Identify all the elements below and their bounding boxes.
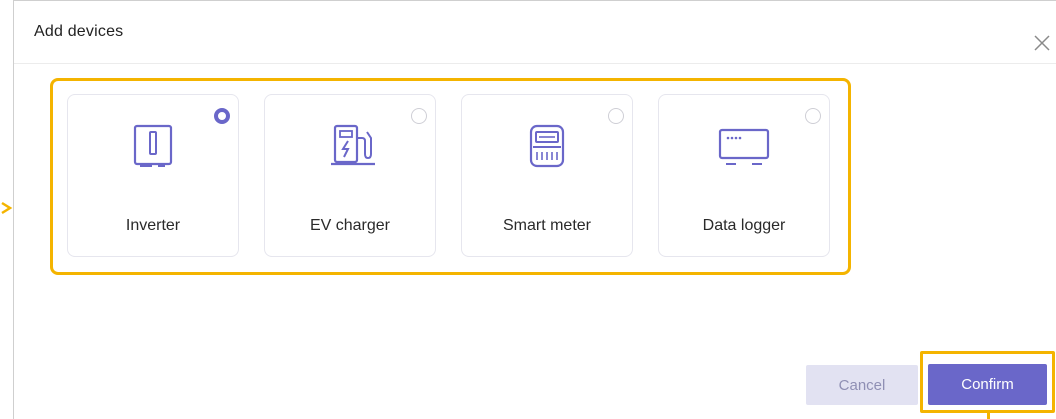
device-label-ev-charger: EV charger: [309, 217, 391, 234]
data-logger-icon: [718, 128, 770, 165]
device-label-inverter: Inverter: [125, 217, 181, 234]
annotation-arrow-icon: [1, 201, 13, 215]
device-radio-smart-meter[interactable]: [608, 108, 624, 124]
device-card-data-logger[interactable]: Data logger: [658, 94, 830, 257]
dialog-header: Add devices: [14, 1, 1056, 64]
confirm-button[interactable]: Confirm: [928, 364, 1047, 405]
device-radio-data-logger[interactable]: [805, 108, 821, 124]
device-card-smart-meter[interactable]: Smart meter: [461, 94, 633, 257]
device-label-smart-meter: Smart meter: [502, 217, 591, 234]
close-icon[interactable]: [1030, 31, 1054, 55]
device-card-ev-charger[interactable]: EV charger: [264, 94, 436, 257]
inverter-icon: [133, 124, 173, 167]
device-radio-ev-charger[interactable]: [411, 108, 427, 124]
annotation-connector: [987, 413, 990, 419]
add-devices-dialog: Add devices Inverter EV charger Smart me…: [13, 0, 1056, 419]
smart-meter-icon: [529, 124, 565, 168]
device-card-inverter[interactable]: Inverter: [67, 94, 239, 257]
ev-charger-icon: [331, 124, 375, 166]
device-radio-inverter[interactable]: [214, 108, 230, 124]
cancel-button[interactable]: Cancel: [806, 365, 918, 405]
device-label-data-logger: Data logger: [702, 217, 786, 234]
dialog-title: Add devices: [34, 23, 124, 40]
